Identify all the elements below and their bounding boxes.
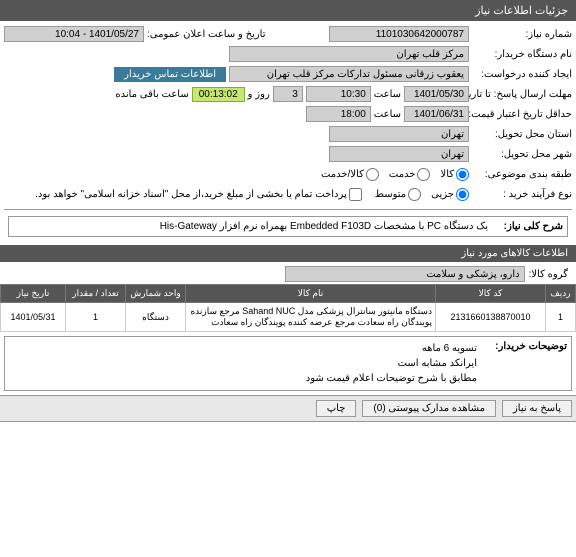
- validity-time-input[interactable]: [306, 106, 371, 122]
- cell-qty: 1: [66, 303, 126, 332]
- time-label-1: ساعت: [374, 89, 401, 100]
- validity-label: حداقل تاریخ اعتبار قیمت: تا تاریخ:: [472, 109, 572, 120]
- need-no-label: شماره نیاز:: [472, 29, 572, 40]
- class-both-option[interactable]: کالا/خدمت: [321, 168, 379, 181]
- class-service-radio[interactable]: [417, 168, 430, 181]
- proc-label: نوع فرآیند خرید :: [472, 189, 572, 200]
- items-table: ردیف کد کالا نام کالا واحد شمارش تعداد /…: [0, 284, 576, 332]
- proc-med-radio[interactable]: [408, 188, 421, 201]
- cell-name: دستگاه مانیتور سانترال پزشکی مدل Sahand …: [186, 303, 436, 332]
- proc-note-check[interactable]: [349, 188, 362, 201]
- col-qty: تعداد / مقدار: [66, 285, 126, 303]
- proc-note-option[interactable]: پرداخت تمام یا بخشی از مبلغ خرید،از محل …: [35, 188, 362, 201]
- group-label: گروه کالا:: [529, 269, 568, 280]
- notes-text: تسویه 6 ماهه ایرانکد مشابه است مطابق با …: [306, 341, 477, 386]
- proc-part-radio[interactable]: [456, 188, 469, 201]
- class-goods-text: کالا: [440, 169, 454, 180]
- time-label-2: ساعت: [374, 109, 401, 120]
- button-bar: پاسخ به نیاز مشاهده مدارک پیوستی (0) چاپ: [0, 395, 576, 422]
- cell-unit: دستگاه: [126, 303, 186, 332]
- class-both-text: کالا/خدمت: [321, 169, 364, 180]
- class-label: طبقه بندی موضوعی:: [472, 169, 572, 180]
- city2-label: شهر محل تحویل:: [472, 149, 572, 160]
- notes-label: توضیحات خریدار:: [477, 341, 567, 386]
- buyer-notes-box: توضیحات خریدار: تسویه 6 ماهه ایرانکد مشا…: [4, 336, 572, 391]
- need-no-input[interactable]: [329, 26, 469, 42]
- announce-input[interactable]: [4, 26, 144, 42]
- proc-med-option[interactable]: متوسط: [375, 188, 421, 201]
- reply-button[interactable]: پاسخ به نیاز: [502, 400, 572, 417]
- countdown-timer: 00:13:02: [192, 87, 245, 102]
- proc-note-text: پرداخت تمام یا بخشی از مبلغ خرید،از محل …: [35, 189, 347, 200]
- desc-value: یک دستگاه PC با مشخصات Embedded F103D به…: [13, 221, 488, 232]
- print-button[interactable]: چاپ: [316, 400, 357, 417]
- class-goods-radio[interactable]: [456, 168, 469, 181]
- class-radio-group: کالا خدمت کالا/خدمت: [321, 168, 469, 181]
- contact-button[interactable]: اطلاعات تماس خریدار: [114, 67, 226, 82]
- class-service-text: خدمت: [389, 169, 416, 180]
- note-line-3: مطابق با شرح توضیحات اعلام قیمت شود: [306, 371, 477, 386]
- creator-input[interactable]: [229, 66, 469, 82]
- col-code: کد کالا: [436, 285, 546, 303]
- city-label: استان محل تحویل:: [472, 129, 572, 140]
- note-line-2: ایرانکد مشابه است: [306, 356, 477, 371]
- buyer-label: نام دستگاه خریدار:: [472, 49, 572, 60]
- remain-label: ساعت باقی مانده: [115, 89, 188, 100]
- cell-n: 1: [546, 303, 576, 332]
- deadline-label: مهلت ارسال پاسخ: تا تاریخ:: [472, 89, 572, 100]
- description-box: شرح کلی نیاز: یک دستگاه PC با مشخصات Emb…: [8, 216, 568, 237]
- proc-radio-group: جزیی متوسط: [375, 188, 469, 201]
- col-name: نام کالا: [186, 285, 436, 303]
- col-date: تاریخ نیاز: [1, 285, 66, 303]
- class-service-option[interactable]: خدمت: [389, 168, 431, 181]
- creator-label: ایجاد کننده درخواست:: [472, 69, 572, 80]
- buyer-input[interactable]: [229, 46, 469, 62]
- docs-button[interactable]: مشاهده مدارک پیوستی (0): [362, 400, 496, 417]
- desc-label: شرح کلی نیاز:: [493, 221, 563, 232]
- cell-code: 2131660138870010: [436, 303, 546, 332]
- items-header: اطلاعات کالاهای مورد نیاز: [0, 245, 576, 262]
- deadline-date-input[interactable]: [404, 86, 469, 102]
- city2-input[interactable]: [329, 146, 469, 162]
- table-row[interactable]: 1 2131660138870010 دستگاه مانیتور سانترا…: [1, 303, 576, 332]
- proc-part-option[interactable]: جزیی: [431, 188, 469, 201]
- days-input[interactable]: [273, 86, 303, 102]
- divider: [4, 209, 572, 210]
- form-area: شماره نیاز: تاریخ و ساعت اعلان عمومی: نا…: [0, 21, 576, 243]
- day-label: روز و: [248, 89, 270, 100]
- window-title: جزئیات اطلاعات نیاز: [0, 0, 576, 21]
- col-unit: واحد شمارش: [126, 285, 186, 303]
- group-input[interactable]: [285, 266, 525, 282]
- cell-date: 1401/05/31: [1, 303, 66, 332]
- col-row: ردیف: [546, 285, 576, 303]
- note-line-1: تسویه 6 ماهه: [306, 341, 477, 356]
- proc-part-text: جزیی: [431, 189, 454, 200]
- proc-med-text: متوسط: [375, 189, 406, 200]
- class-goods-option[interactable]: کالا: [440, 168, 469, 181]
- announce-label: تاریخ و ساعت اعلان عمومی:: [147, 29, 266, 40]
- validity-date-input[interactable]: [404, 106, 469, 122]
- city-input[interactable]: [329, 126, 469, 142]
- deadline-time-input[interactable]: [306, 86, 371, 102]
- class-both-radio[interactable]: [366, 168, 379, 181]
